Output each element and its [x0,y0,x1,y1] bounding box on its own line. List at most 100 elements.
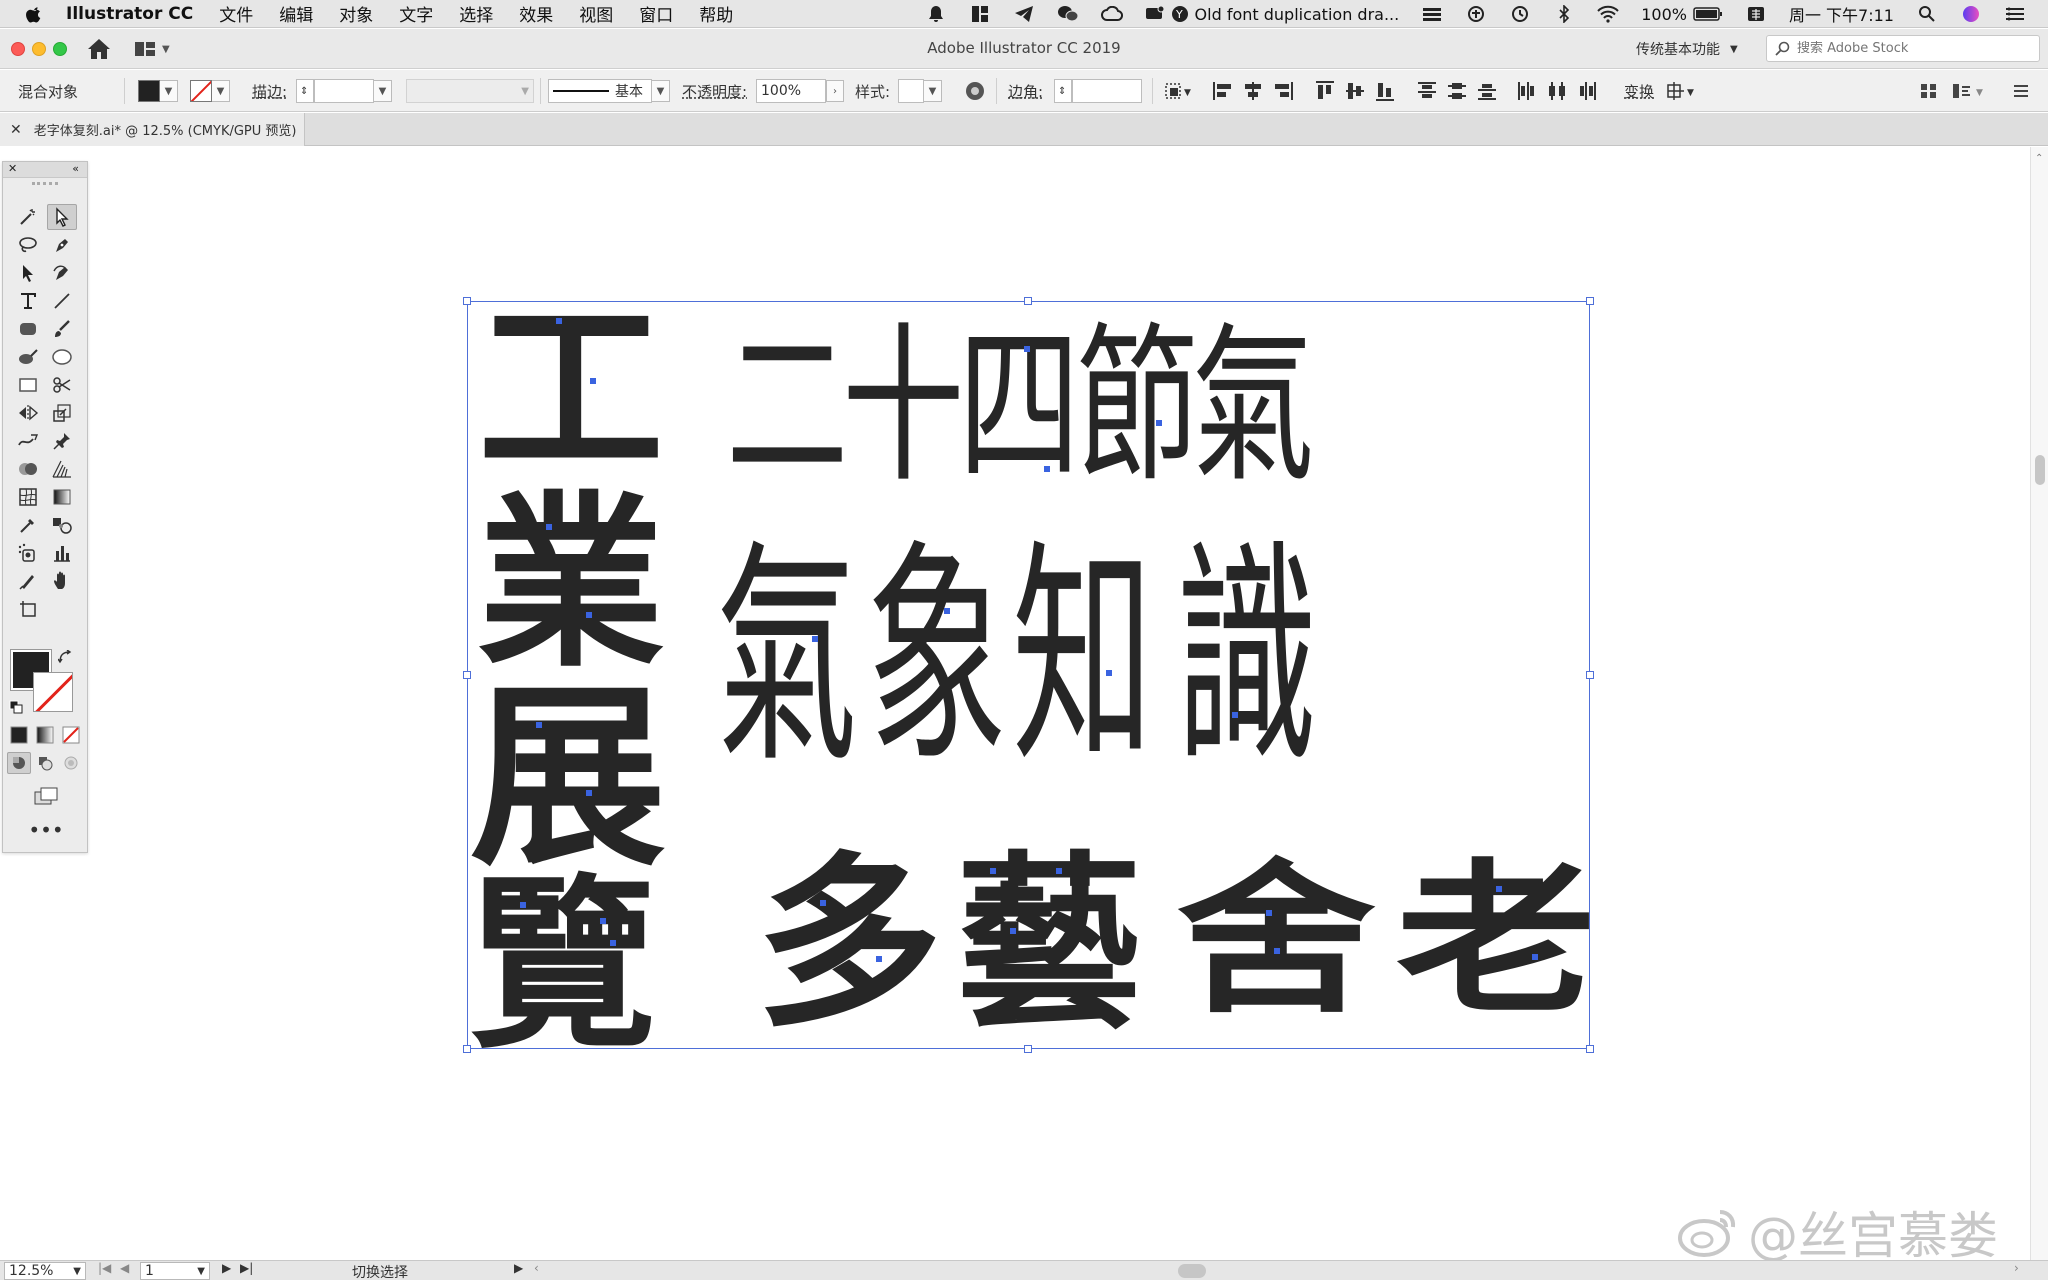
align-right-icon[interactable] [1272,80,1294,102]
close-icon[interactable]: ✕ [8,162,17,175]
input-method-icon[interactable] [1745,4,1767,24]
menu-edit[interactable]: 编辑 [279,1,313,26]
wechat-icon[interactable] [1057,4,1079,24]
pen-tool-icon[interactable] [47,232,77,258]
swap-fill-stroke-icon[interactable] [55,648,75,666]
apple-icon[interactable] [24,4,44,24]
glyph-she[interactable]: 舍 [1176,858,1376,1022]
color-mode-icon[interactable] [7,724,31,746]
spotlight-search-icon[interactable] [1916,4,1938,24]
chevron-down-icon[interactable]: ▼ [197,1266,205,1277]
rectangle-tool-icon[interactable] [13,372,43,398]
fill-swatch[interactable] [138,80,160,102]
none-mode-icon[interactable] [59,724,83,746]
menu-file[interactable]: 文件 [219,1,253,26]
distribute-left-icon[interactable] [1516,80,1538,102]
chevron-down-icon[interactable]: ▼ [652,80,670,102]
bluetooth-icon[interactable] [1553,4,1575,24]
glyph-shi-2[interactable]: 識 [1176,540,1318,776]
distribute-top-icon[interactable] [1416,80,1438,102]
glyph-zhi[interactable]: 知 [1012,540,1154,776]
direct-selection-tool-icon[interactable] [47,204,77,230]
fill-color-control[interactable]: ▼ [138,70,178,112]
stroke-color-control[interactable]: ▼ [190,70,230,112]
distribute-horizontal-center-icon[interactable] [1546,80,1568,102]
corner-radius-input[interactable] [1072,79,1142,103]
align-bottom-icon[interactable] [1374,80,1396,102]
glyph-gong[interactable]: 工 [478,296,664,482]
collapse-panel-icon[interactable]: « [72,162,79,175]
distribute-right-icon[interactable] [1576,80,1598,102]
previous-artboard-icon[interactable]: ◀ [120,1261,129,1275]
blob-brush-tool-icon[interactable] [13,344,43,370]
symbol-sprayer-tool-icon[interactable] [13,540,43,566]
align-panel-toggle-icon[interactable]: ▼ [1950,80,1986,102]
align-to-selection-button[interactable]: ▼ [1164,70,1194,112]
panel-dock-icon[interactable] [1918,80,1940,102]
glyph-si[interactable]: 四 [958,322,1080,492]
creative-cloud-icon[interactable] [1100,4,1123,24]
align-top-icon[interactable] [1314,80,1336,102]
shape-builder-tool-icon[interactable] [13,456,43,482]
bell-icon[interactable] [925,4,947,24]
selection-tool-icon[interactable] [13,260,43,286]
chevron-down-icon[interactable]: ▼ [924,80,942,102]
variable-width-profile[interactable]: ▼ [406,70,534,112]
opacity-label[interactable]: 不透明度: [682,70,747,112]
siri-icon[interactable] [1960,4,1982,24]
hand-tool-icon[interactable] [47,568,77,594]
telegram-icon[interactable] [1013,4,1035,24]
time-machine-icon[interactable] [1509,4,1531,24]
slice-tool-icon[interactable] [13,568,43,594]
stock-search-input[interactable] [1797,41,2027,56]
magic-wand-tool-icon[interactable] [13,204,43,230]
glyph-yi[interactable]: 藝 [956,850,1142,1036]
opacity-input[interactable]: 100% [756,79,826,103]
next-artboard-icon[interactable]: ▶ [222,1261,231,1275]
glyph-lao[interactable]: 老 [1396,858,1596,1022]
document-tab[interactable]: ✕ 老字体复刻.ai* @ 12.5% (CMYK/GPU 预览) [0,113,305,146]
glyph-ye[interactable]: 業 [478,490,664,676]
stroke-weight-label[interactable]: 描边: [252,70,287,112]
warp-tool-icon[interactable] [13,428,43,454]
stock-search-box[interactable] [1766,35,2040,62]
notification-icon[interactable]: Y Old font duplication dra... [1145,4,1399,24]
scale-tool-icon[interactable] [47,400,77,426]
glyph-xiang[interactable]: 象 [866,540,1008,776]
stroke-color-swatch[interactable] [33,672,73,712]
perspective-grid-tool-icon[interactable] [47,456,77,482]
vertical-scrollbar[interactable]: ⌃ [2030,147,2048,1260]
glyph-jie[interactable]: 節 [1076,322,1198,492]
stroke-swatch-none[interactable] [190,80,212,102]
workspace-switcher[interactable]: 传统基本功能 ▼ [1636,39,1738,59]
tools-panel-header[interactable]: ✕ « [3,162,87,178]
stack-icon[interactable] [1421,4,1443,24]
align-left-icon[interactable] [1212,80,1234,102]
app-menu[interactable]: Illustrator CC [66,4,193,24]
menu-effect[interactable]: 效果 [519,1,553,26]
chevron-down-icon[interactable]: ▼ [212,80,230,102]
mug-icon[interactable] [1465,4,1487,24]
clock[interactable]: 周一 下午7:11 [1789,2,1894,26]
layout-grid-icon[interactable] [969,4,991,24]
isolate-group-button[interactable]: ▼ [1666,70,1698,112]
transform-label[interactable]: 变换 [1624,70,1654,112]
scroll-left-icon[interactable]: ‹ [534,1261,539,1275]
menu-select[interactable]: 选择 [459,1,493,26]
battery-indicator[interactable]: 100% [1641,4,1723,24]
close-icon[interactable]: ✕ [10,122,22,138]
glyph-duo[interactable]: 多 [756,850,942,1036]
eyedropper-tool-icon[interactable] [13,512,43,538]
graphic-style-control[interactable]: ▼ [898,70,942,112]
glyph-qi-2[interactable]: 氣 [716,540,858,776]
last-artboard-icon[interactable]: ▶| [240,1261,253,1275]
screen-mode-icon[interactable] [31,784,61,808]
gradient-tool-icon[interactable] [47,484,77,510]
rounded-rectangle-tool-icon[interactable] [13,316,43,342]
artboard-tool-icon[interactable] [13,596,43,622]
draw-behind-icon[interactable] [33,752,57,774]
reflect-tool-icon[interactable] [13,400,43,426]
recolor-artwork-icon[interactable] [964,70,986,112]
glyph-qi[interactable]: 氣 [1192,322,1314,492]
menu-window[interactable]: 窗口 [639,1,673,26]
